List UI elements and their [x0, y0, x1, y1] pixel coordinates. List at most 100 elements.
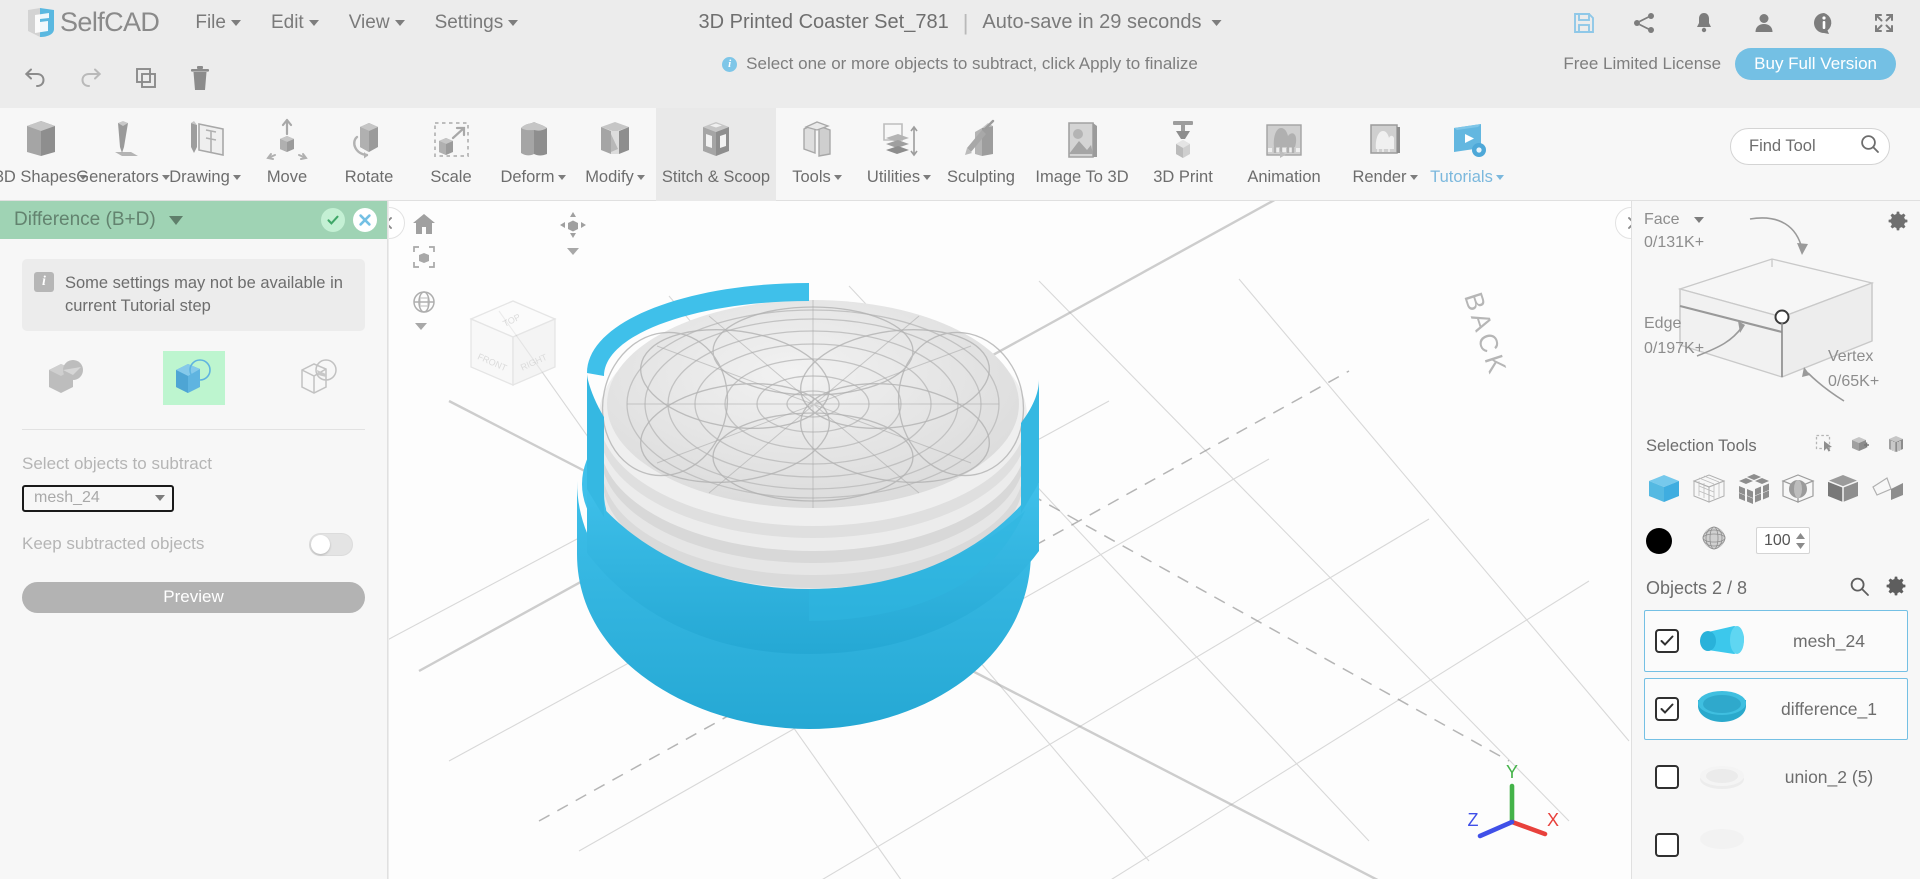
- add-selection-icon[interactable]: [1850, 434, 1870, 459]
- invert-selection-icon[interactable]: [1886, 434, 1906, 459]
- menu-view[interactable]: View: [349, 12, 405, 34]
- menu-edit[interactable]: Edit: [271, 12, 319, 34]
- ribbon-image-to-3d[interactable]: Image To 3D: [1022, 108, 1142, 201]
- menu-file[interactable]: File: [195, 12, 241, 34]
- ribbon-animation[interactable]: Animation: [1224, 108, 1344, 201]
- redo-icon[interactable]: [78, 65, 104, 96]
- vertex-select-mode-button[interactable]: [1691, 471, 1727, 510]
- ribbon-stitch-and-scoop-label: Stitch & Scoop: [661, 168, 771, 186]
- menu-file-label: File: [195, 11, 226, 33]
- object-visibility-checkbox[interactable]: [1655, 833, 1679, 857]
- ribbon-sculpting[interactable]: Sculpting: [940, 108, 1022, 201]
- home-view-icon[interactable]: [411, 211, 437, 242]
- info-icon: i: [722, 56, 738, 72]
- texture-sphere-icon[interactable]: [1700, 524, 1728, 557]
- box-select-mode-button[interactable]: [1825, 471, 1861, 510]
- tutorial-info-message: Some settings may not be available in cu…: [65, 274, 343, 315]
- object-visibility-checkbox[interactable]: [1655, 697, 1679, 721]
- chevron-down-icon[interactable]: [168, 215, 183, 225]
- difference-operation-button[interactable]: [162, 350, 225, 405]
- ribbon-tools[interactable]: Tools: [776, 108, 858, 201]
- ribbon-drawing[interactable]: Drawing: [164, 108, 246, 201]
- menu-settings[interactable]: Settings: [435, 12, 519, 34]
- object-visibility-checkbox[interactable]: [1655, 765, 1679, 789]
- face-label: Face: [1644, 211, 1680, 228]
- orbit-navigation-icon[interactable]: [411, 289, 437, 320]
- ribbon-scale[interactable]: Scale: [410, 108, 492, 201]
- ribbon-stitch-and-scoop[interactable]: Stitch & Scoop: [656, 108, 776, 201]
- ribbon-deform[interactable]: Deform: [492, 108, 574, 201]
- subtract-object-select[interactable]: mesh_24: [22, 484, 174, 512]
- chevron-down-icon[interactable]: [1211, 19, 1222, 26]
- cancel-button[interactable]: [353, 208, 377, 232]
- ribbon-scale-label: Scale: [430, 168, 472, 186]
- intersection-operation-button[interactable]: [289, 351, 351, 405]
- 3d-viewport[interactable]: BACK TOP FRONT RIGHT Y X Z: [389, 201, 1631, 879]
- objects-list: mesh_24 difference_1 union_2 (5): [1632, 610, 1920, 876]
- list-item[interactable]: union_2 (5): [1644, 746, 1908, 808]
- object-name: difference_1: [1780, 698, 1877, 719]
- ribbon-render[interactable]: Render: [1344, 108, 1426, 201]
- ribbon-modify-label: Modify: [585, 168, 634, 186]
- undo-icon[interactable]: [22, 65, 48, 96]
- preview-button[interactable]: Preview: [22, 581, 365, 613]
- ribbon-3d-print[interactable]: 3D Print: [1142, 108, 1224, 201]
- search-icon[interactable]: [1848, 575, 1870, 602]
- object-thumbnail-disc: [1693, 687, 1751, 731]
- app-logo[interactable]: SelfCAD: [26, 7, 160, 39]
- stepper-arrows-icon[interactable]: [1795, 532, 1806, 549]
- delete-icon[interactable]: [188, 65, 212, 96]
- view-orientation-icon[interactable]: [559, 211, 587, 244]
- ribbon-move[interactable]: Move: [246, 108, 328, 201]
- list-item[interactable]: [1644, 814, 1908, 876]
- gear-icon[interactable]: [1886, 576, 1906, 601]
- face-count: 0/131K+: [1644, 234, 1705, 251]
- ribbon-rotate[interactable]: Rotate: [328, 108, 410, 201]
- svg-text:Y: Y: [1506, 762, 1518, 782]
- utilities-icon: [873, 114, 925, 166]
- buy-full-version-button[interactable]: Buy Full Version: [1735, 48, 1896, 80]
- find-tool-search[interactable]: Find Tool: [1730, 128, 1890, 165]
- rectangle-select-icon[interactable]: [1815, 434, 1834, 458]
- axis-orientation-gizmo[interactable]: Y X Z: [1465, 760, 1559, 851]
- ribbon-tutorials[interactable]: Tutorials: [1426, 108, 1508, 201]
- color-swatch[interactable]: [1646, 527, 1672, 554]
- ribbon-deform-label: Deform: [500, 168, 555, 186]
- list-item[interactable]: difference_1: [1644, 678, 1908, 740]
- copy-icon[interactable]: [134, 66, 158, 95]
- apply-button[interactable]: [321, 208, 345, 232]
- tools-icon: [791, 114, 843, 166]
- ribbon-rotate-label: Rotate: [344, 168, 394, 186]
- keep-subtracted-toggle[interactable]: [309, 532, 353, 556]
- fit-to-screen-icon[interactable]: [411, 244, 437, 275]
- object-name: union_2 (5): [1784, 766, 1874, 787]
- user-account-icon[interactable]: [1752, 11, 1776, 35]
- ribbon-utilities[interactable]: Utilities: [858, 108, 940, 201]
- ribbon-generators[interactable]: Generators: [76, 108, 170, 201]
- document-title[interactable]: 3D Printed Coaster Set_781: [699, 11, 949, 34]
- save-icon[interactable]: [1572, 11, 1596, 35]
- face-select-mode-button[interactable]: [1736, 471, 1772, 510]
- object-select-mode-button[interactable]: [1646, 471, 1682, 510]
- vertex-label: Vertex: [1828, 348, 1874, 365]
- ribbon-modify[interactable]: Modify: [574, 108, 656, 201]
- operation-panel-body: i Some settings may not be available in …: [0, 239, 387, 613]
- notifications-bell-icon[interactable]: [1692, 11, 1716, 35]
- ribbon-generators-label: Generators: [76, 168, 159, 186]
- ribbon-3d-shapes[interactable]: 3D Shapes: [0, 108, 88, 201]
- view-orientation-dropdown-caret-icon[interactable]: [566, 243, 580, 261]
- search-icon[interactable]: [1855, 129, 1885, 164]
- ribbon-3d-shapes-label: 3D Shapes: [0, 168, 77, 186]
- object-visibility-checkbox[interactable]: [1655, 629, 1679, 653]
- polygon-select-mode-button[interactable]: [1870, 471, 1906, 510]
- list-item[interactable]: mesh_24: [1644, 610, 1908, 672]
- opacity-stepper[interactable]: 100: [1756, 527, 1810, 554]
- find-tool-placeholder: Find Tool: [1749, 137, 1816, 155]
- chevron-down-icon[interactable]: [1693, 217, 1704, 223]
- info-icon[interactable]: [1812, 11, 1836, 35]
- sphere-select-mode-button[interactable]: [1780, 471, 1816, 510]
- union-operation-button[interactable]: [36, 351, 98, 405]
- share-icon[interactable]: [1632, 11, 1656, 35]
- orbit-dropdown-caret-icon[interactable]: [414, 318, 428, 336]
- fullscreen-icon[interactable]: [1872, 11, 1896, 35]
